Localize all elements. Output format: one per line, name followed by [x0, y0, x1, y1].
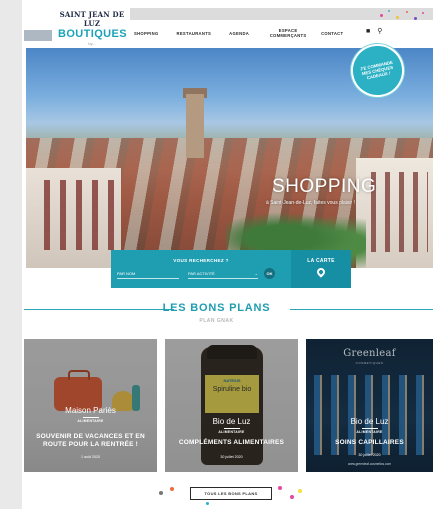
shopping-bag-icon[interactable]: ■ — [366, 28, 370, 36]
search-icon[interactable]: ⚲ — [377, 28, 382, 36]
card-date: 1 août 2020 — [81, 455, 100, 459]
decor-dot — [206, 502, 209, 505]
nav-item-agenda[interactable]: AGENDA — [229, 31, 249, 36]
page: SAINT JEAN DE LUZ BOUTIQUES by... SHOPPI… — [0, 0, 433, 509]
search-by-name-input[interactable]: PAR NOM — [117, 270, 179, 279]
card-overlay — [165, 339, 298, 472]
section-subtitle: PLAN GNAK — [199, 318, 234, 324]
nav-item-restaurants[interactable]: RESTAURANTS — [177, 31, 212, 36]
card-headline: SOINS CAPILLAIRES — [335, 439, 404, 446]
nav-item-shopping[interactable]: SHOPPING — [134, 31, 159, 36]
site-logo[interactable]: SAINT JEAN DE LUZ BOUTIQUES by... — [58, 10, 127, 46]
logo-line-3: by... — [88, 41, 96, 46]
map-button-label: LA CARTE — [307, 258, 335, 264]
deal-card[interactable]: Maison Pariès ALIMENTAIRE SOUVENIR DE VA… — [24, 339, 157, 472]
gift-voucher-text: J'E COMMANDE MES CHÈQUES CADEAUX ! — [359, 59, 394, 81]
hero-church-tower — [186, 94, 204, 158]
search-by-activity-select[interactable]: PAR ACTIVITÉ ⌄ — [188, 270, 258, 279]
card-category: ALIMENTAIRE — [24, 417, 157, 423]
chevron-down-icon: ⌄ — [254, 271, 258, 276]
search-panel: VOUS RECHERCHEZ ? PAR NOM PAR ACTIVITÉ ⌄… — [111, 250, 291, 288]
hero-building-left — [26, 168, 121, 268]
decor-dot — [298, 489, 302, 493]
card-shop-name: Bio de Luz — [212, 417, 251, 426]
card-shop-name: Maison Pariès — [65, 406, 116, 415]
hero-building-right — [356, 158, 433, 268]
card-headline: SOUVENIR DE VACANCES ET EN ROUTE POUR LA… — [36, 433, 145, 448]
logo-line-1: SAINT JEAN DE LUZ — [59, 10, 125, 28]
nav-item-espace-commercants[interactable]: ESPACE COMMERÇANTS — [267, 28, 309, 38]
logo-line-2: BOUTIQUES — [58, 28, 127, 40]
deal-card[interactable]: Greenleaf COSMETIQUES Bio de Luz ALIMENT… — [306, 339, 433, 472]
card-date: 30 juillet 2020 — [358, 453, 381, 457]
decor-dot — [290, 495, 294, 499]
hero-title: SHOPPING — [272, 176, 377, 197]
card-shop-name: Bio de Luz — [350, 417, 389, 426]
card-headline: COMPLÉMENTS ALIMENTAIRES — [178, 439, 285, 446]
decor-dot — [278, 486, 282, 490]
header-accent-block — [24, 30, 52, 41]
deal-card[interactable]: NATESIS Spiruline bio Bio de Luz ALIMENT… — [165, 339, 298, 472]
header-icons: ■ ⚲ — [366, 28, 382, 36]
main-nav: SHOPPING RESTAURANTS AGENDA ESPACE COMME… — [130, 26, 343, 40]
hero-subtitle: à Saint-Jean-de-Luz, faites vous plaisir… — [266, 200, 355, 206]
decor-dot — [159, 491, 163, 495]
greenleaf-url: www.greenleaf-cosmetics.com — [347, 462, 392, 466]
left-margin — [0, 0, 22, 509]
activity-select-label: PAR ACTIVITÉ — [188, 271, 215, 276]
search-title: VOUS RECHERCHEZ ? — [173, 258, 229, 263]
card-category: ALIMENTAIRE — [165, 428, 298, 434]
map-pin-icon — [315, 266, 327, 278]
nav-item-contact[interactable]: CONTACT — [321, 31, 343, 36]
all-deals-button[interactable]: TOUS LES BONS PLANS — [190, 487, 272, 500]
search-ok-button[interactable]: OK — [264, 268, 275, 279]
section-title: LES BONS PLANS — [162, 302, 271, 314]
card-date: 30 juillet 2020 — [220, 455, 243, 459]
decor-dot — [170, 487, 174, 491]
card-category: ALIMENTAIRE — [306, 428, 433, 434]
confetti-decoration — [376, 8, 428, 22]
map-button[interactable]: LA CARTE — [291, 250, 351, 288]
